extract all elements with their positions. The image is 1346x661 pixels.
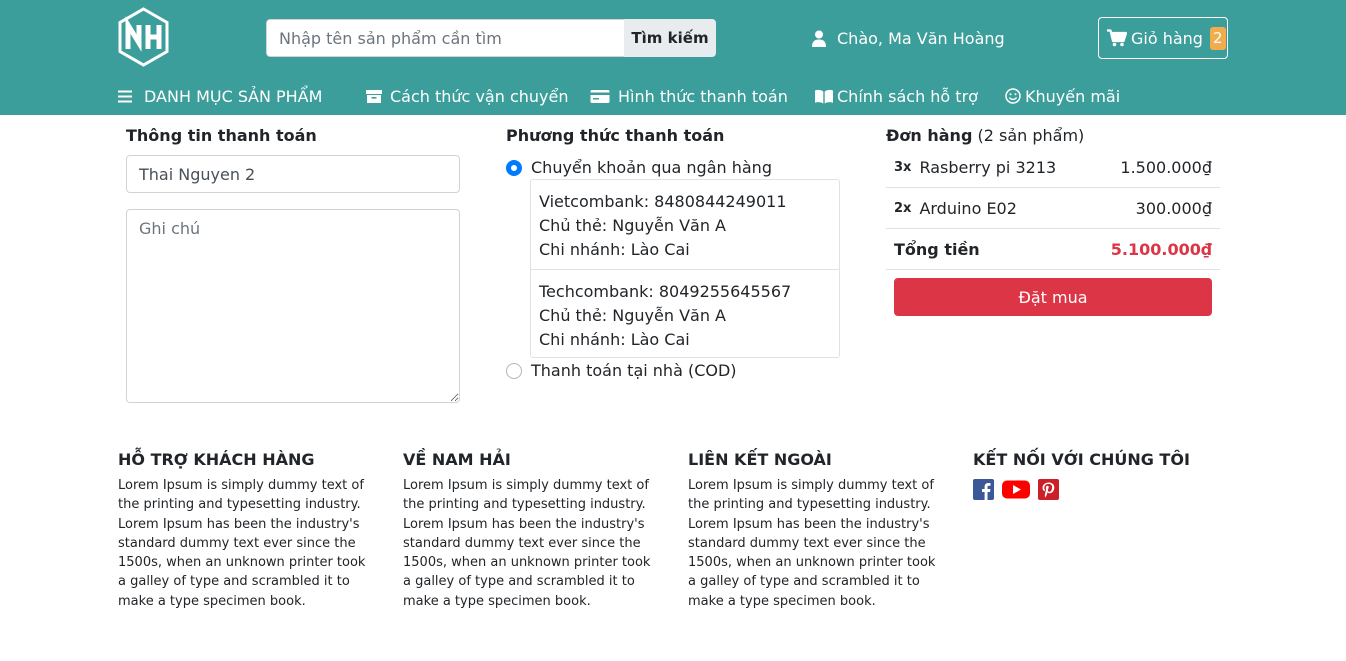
pinterest-icon[interactable] [1038,479,1059,500]
bank-account-holder: Chủ thẻ: Nguyễn Văn A [539,306,726,325]
item-price: 1.500.000₫ [1120,157,1212,177]
total-label: Tổng tiền [894,239,980,259]
bank-branch: Chi nhánh: Lào Cai [539,330,690,349]
nav-link-label: Chính sách hỗ trợ [837,86,978,106]
total-value: 5.100.000₫ [1110,239,1212,259]
item-quantity: 2x [894,200,912,216]
nav-link-payment[interactable]: Hình thức thanh toán [590,84,788,108]
item-name: Rasberry pi 3213 [919,157,1057,177]
footer-column-external-links: LIÊN KẾT NGOÀI Lorem Ipsum is simply dum… [688,450,944,611]
footer-column-title: HỖ TRỢ KHÁCH HÀNG [118,450,315,469]
order-item-count: (2 sản phẩm) [977,126,1085,145]
item-name: Arduino E02 [919,198,1017,218]
greeting-text: Chào, Ma Văn Hoàng [837,28,1005,48]
bank-account-number: Techcombank: 8049255645567 [539,282,792,301]
order-title: Đơn hàng [886,126,973,145]
payment-option-label: Thanh toán tại nhà (COD) [531,361,737,380]
user-icon [812,30,826,47]
order-table: 3x Rasberry pi 3213 1.500.000₫ 2x Arduin… [886,147,1220,270]
bank-account-holder: Chủ thẻ: Nguyễn Văn A [539,216,726,235]
cart-label: Giỏ hàng [1131,28,1203,48]
bank-branch: Chi nhánh: Lào Cai [539,240,690,259]
footer-column-text: Lorem Ipsum is simply dummy text of the … [403,478,651,609]
nav-link-promotions[interactable]: Khuyến mãi [1005,84,1120,108]
youtube-icon[interactable] [1002,479,1030,500]
item-price: 300.000₫ [1135,198,1212,218]
footer-column-connect: KẾT NỐI VỚI CHÚNG TÔI [973,450,1229,500]
address-field[interactable] [126,155,460,193]
nav-link-label: Khuyến mãi [1025,86,1121,106]
footer-column-title: KẾT NỐI VỚI CHÚNG TÔI [973,450,1190,469]
nav-link-label: Cách thức vận chuyển [390,86,569,106]
order-summary-header: Đơn hàng (2 sản phẩm) [886,126,1084,145]
radio-button-checked[interactable] [506,159,522,176]
category-menu-label: DANH MỤC SẢN PHẨM [144,86,323,106]
search-button[interactable]: Tìm kiếm [624,19,716,57]
search-input[interactable] [266,19,624,57]
cart-count-badge: 2 [1209,26,1226,50]
order-total-row: Tổng tiền 5.100.000₫ [886,229,1220,270]
footer-column-title: LIÊN KẾT NGOÀI [688,450,832,469]
credit-card-icon [590,89,610,103]
note-textarea[interactable] [126,209,460,403]
nav-link-label: Hình thức thanh toán [618,86,788,106]
item-quantity: 3x [894,159,912,175]
bank-account-list: Vietcombank: 8480844249011 Chủ thẻ: Nguy… [530,179,840,358]
facebook-icon[interactable] [973,479,994,500]
billing-title: Thông tin thanh toán [126,126,317,145]
book-icon [815,89,833,103]
search-bar: Tìm kiếm [266,19,716,57]
archive-icon [366,89,382,103]
shopping-cart-icon [1107,29,1127,47]
order-item-row: 3x Rasberry pi 3213 1.500.000₫ [886,147,1220,188]
cart-button[interactable]: Giỏ hàng 2 [1098,17,1228,59]
hamburger-icon [118,90,132,102]
logo-icon[interactable] [117,7,170,67]
smile-icon [1005,88,1021,104]
bank-account-item: Techcombank: 8049255645567 Chủ thẻ: Nguy… [531,269,839,358]
place-order-button[interactable]: Đặt mua [894,278,1212,316]
category-menu[interactable]: DANH MỤC SẢN PHẨM [118,84,322,108]
radio-button[interactable] [506,362,522,379]
footer-column-customer-support: HỖ TRỢ KHÁCH HÀNG Lorem Ipsum is simply … [118,450,374,611]
nav-link-shipping[interactable]: Cách thức vận chuyển [366,84,568,108]
footer-column-title: VỀ NAM HẢI [403,450,511,469]
bank-account-item: Vietcombank: 8480844249011 Chủ thẻ: Nguy… [531,180,839,269]
bank-account-number: Vietcombank: 8480844249011 [539,192,787,211]
order-item-row: 2x Arduino E02 300.000₫ [886,188,1220,229]
site-header: Tìm kiếm Chào, Ma Văn Hoàng Giỏ hàng 2 D… [0,0,1346,115]
payment-option-label: Chuyển khoản qua ngân hàng [531,158,772,177]
user-greeting[interactable]: Chào, Ma Văn Hoàng [811,26,1005,50]
payment-method-title: Phương thức thanh toán [506,126,725,145]
social-links [973,479,1229,500]
footer-column-about: VỀ NAM HẢI Lorem Ipsum is simply dummy t… [403,450,659,611]
footer-column-text: Lorem Ipsum is simply dummy text of the … [118,478,366,609]
payment-option-bank-transfer[interactable]: Chuyển khoản qua ngân hàng [506,158,772,177]
nav-link-support-policy[interactable]: Chính sách hỗ trợ [815,84,978,108]
footer-column-text: Lorem Ipsum is simply dummy text of the … [688,478,936,609]
payment-option-cod[interactable]: Thanh toán tại nhà (COD) [506,361,737,380]
